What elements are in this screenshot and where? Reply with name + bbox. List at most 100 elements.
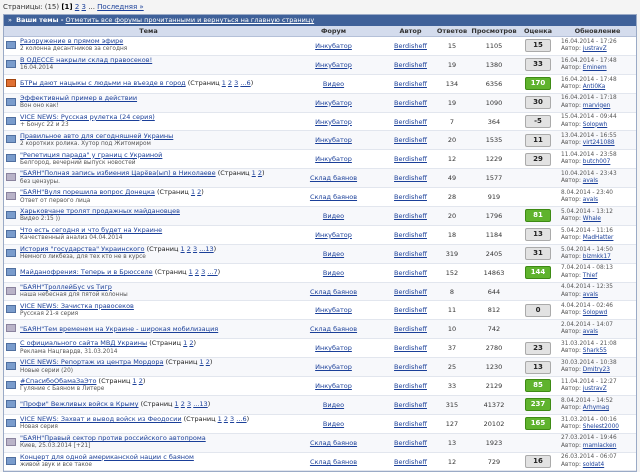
topic-page-link[interactable]: 3 [193,245,197,253]
topic-title-link[interactable]: VICE NEWS: Русская рулетка (24 серия) [20,113,155,121]
forum-link[interactable]: Склад баянов [310,439,357,447]
forum-link[interactable]: Инкубатор [315,99,352,107]
topic-page-link[interactable]: 2 [195,268,199,276]
author-link[interactable]: Berdisheff [394,269,427,277]
forum-link[interactable]: Склад баянов [310,325,357,333]
topic-title-link[interactable]: VICE NEWS: Репортаж из центра Мордора [20,358,164,366]
topic-page-link[interactable]: 2 [139,377,143,385]
forum-link[interactable]: Видео [323,250,344,258]
topic-title-link[interactable]: "БАЯН"Тем временем на Украине - широкая … [20,325,218,333]
pagination-last[interactable]: Последняя » [97,3,144,11]
last-author-link[interactable]: Whale [583,216,601,222]
topic-title-link[interactable]: "БАЯН"ТроллейБус vs Тигр [20,283,112,291]
forum-link[interactable]: Видео [323,80,344,88]
topic-page-link[interactable]: 1 [218,415,222,423]
author-link[interactable]: Berdisheff [394,382,427,390]
author-link[interactable]: Berdisheff [394,325,427,333]
last-author-link[interactable]: Arhymag [583,405,609,411]
author-link[interactable]: Berdisheff [394,193,427,201]
topic-title-link[interactable]: Разоружение в прямом эфире [20,37,123,45]
last-author-link[interactable]: virt241088 [583,140,615,146]
topic-title-link[interactable]: С официального сайта МВД Украины [20,339,147,347]
forum-link[interactable]: Видео [323,420,344,428]
author-link[interactable]: Berdisheff [394,118,427,126]
last-author-link[interactable]: butch007 [583,159,611,165]
last-author-link[interactable]: avals [583,178,598,184]
topic-page-link[interactable]: 2 [224,415,228,423]
author-link[interactable]: Berdisheff [394,231,427,239]
author-link[interactable]: Berdisheff [394,61,427,69]
last-author-link[interactable]: Shelest2000 [583,424,619,430]
author-link[interactable]: Berdisheff [394,212,427,220]
topic-title-link[interactable]: В ОДЕССЕ накрыли склад правосеков! [20,56,152,64]
topic-title-link[interactable]: Майданофрения: Теперь и в Брюсселе [20,268,153,276]
topic-title-link[interactable]: "БАЯН"Правый сектор против российского а… [20,434,206,442]
last-author-link[interactable]: Thief [583,273,597,279]
forum-link[interactable]: Видео [323,212,344,220]
topic-title-link[interactable]: История "государства" Украинского [20,245,145,253]
author-link[interactable]: Berdisheff [394,439,427,447]
topic-title-link[interactable]: "БАЯН"Полная запись избиения Царёва(ып) … [20,169,216,177]
last-author-link[interactable]: Dmitry23 [583,367,610,373]
topic-title-link[interactable]: #СпасибоОбамаЗаЭто [20,377,96,385]
topic-title-link[interactable]: "Репетиция парада" у границ с Украиной [20,151,162,159]
last-author-link[interactable]: Solopwd [583,310,607,316]
topic-page-link[interactable]: 2 [197,188,201,196]
forum-link[interactable]: Инкубатор [315,136,352,144]
author-link[interactable]: Berdisheff [394,344,427,352]
topic-page-link[interactable]: 1 [191,188,195,196]
last-author-link[interactable]: Solopwh [583,122,607,128]
topic-page-link[interactable]: ...6 [240,79,250,87]
author-link[interactable]: Berdisheff [394,99,427,107]
author-link[interactable]: Berdisheff [394,420,427,428]
forum-link[interactable]: Видео [323,269,344,277]
author-link[interactable]: Berdisheff [394,155,427,163]
topic-title-link[interactable]: Правильное авто для сегодняшней Украины [20,132,173,140]
topic-page-link[interactable]: 2 [187,245,191,253]
forum-link[interactable]: Инкубатор [315,231,352,239]
forum-link[interactable]: Инкубатор [315,42,352,50]
last-author-link[interactable]: MadHatter [583,235,614,241]
topic-page-link[interactable]: 1 [189,268,193,276]
forum-link[interactable]: Видео [323,401,344,409]
topic-title-link[interactable]: Эффективный пример в действии [20,94,137,102]
forum-link[interactable]: Инкубатор [315,61,352,69]
last-author-link[interactable]: soldat4 [583,462,604,468]
last-author-link[interactable]: bizmkk17 [583,254,611,260]
last-author-link[interactable]: mamlacken [583,443,617,449]
forum-link[interactable]: Склад баянов [310,458,357,466]
topic-title-link[interactable]: "Профи" Вежливых войск в Крыму [20,400,139,408]
author-link[interactable]: Berdisheff [394,458,427,466]
topic-page-link[interactable]: 2 [189,339,193,347]
forum-link[interactable]: Склад баянов [310,193,357,201]
pagination-page-2[interactable]: 2 [75,3,79,11]
topic-page-link[interactable]: 1 [132,377,136,385]
author-link[interactable]: Berdisheff [394,401,427,409]
mark-all-read-link[interactable]: Отметить все форумы прочитанными и верну… [66,16,315,24]
last-author-link[interactable]: avals [583,292,598,298]
topic-page-link[interactable]: 1 [175,400,179,408]
forum-link[interactable]: Склад баянов [310,174,357,182]
last-author-link[interactable]: avals [583,329,598,335]
topic-page-link[interactable]: 2 [181,400,185,408]
author-link[interactable]: Berdisheff [394,80,427,88]
topic-page-link[interactable]: ...7 [207,268,217,276]
topic-page-link[interactable]: ...13 [193,400,207,408]
topic-title-link[interactable]: БТРы дают нацыкы с людьми на въезде в го… [20,79,186,87]
forum-link[interactable]: Инкубатор [315,382,352,390]
last-author-link[interactable]: marvigen [583,103,611,109]
topic-page-link[interactable]: 3 [201,268,205,276]
forum-link[interactable]: Инкубатор [315,155,352,163]
topic-page-link[interactable]: 1 [252,169,256,177]
topic-page-link[interactable]: ...13 [199,245,213,253]
topic-title-link[interactable]: Концерт для одной американской нации с б… [20,453,194,461]
topic-title-link[interactable]: VICE NEWS: Зачистка правосеков [20,302,134,310]
last-author-link[interactable]: avals [583,197,598,203]
forum-link[interactable]: Инкубатор [315,363,352,371]
author-link[interactable]: Berdisheff [394,174,427,182]
topic-page-link[interactable]: 3 [230,415,234,423]
last-author-link[interactable]: justravZ [583,46,607,52]
author-link[interactable]: Berdisheff [394,306,427,314]
topic-title-link[interactable]: Что есть сегодня и что будет на Украине [20,226,162,234]
topic-page-link[interactable]: 2 [206,358,210,366]
